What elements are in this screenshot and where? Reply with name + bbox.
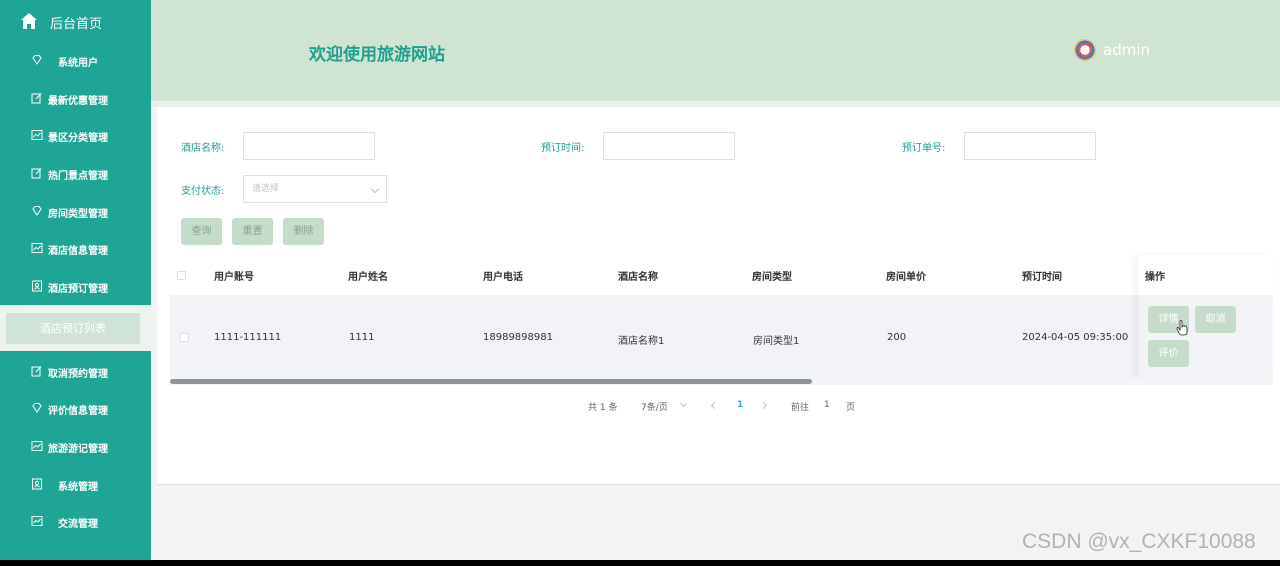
column-header: 房间单价 [886, 272, 926, 283]
booking-time-input[interactable] [603, 132, 735, 160]
content-divider [157, 484, 1280, 485]
sidebar-home-label: 后台首页 [50, 17, 103, 32]
sidebar-item-label: 评价信息管理 [48, 406, 108, 417]
goto-suffix: 页 [846, 403, 856, 413]
sidebar-item-travel-notes[interactable]: 旅游游记管理 [0, 428, 151, 465]
sidebar-item-hot-spots[interactable]: 热门景点管理 [0, 155, 151, 192]
sidebar-item-communication[interactable]: 交流管理 [0, 503, 151, 540]
edit-icon [31, 93, 42, 104]
column-header: 预订时间 [1022, 272, 1062, 283]
chart-icon [31, 130, 43, 140]
sidebar-item-reviews[interactable]: 评价信息管理 [0, 390, 151, 427]
sidebar-item-discounts[interactable]: 最新优惠管理 [0, 80, 151, 117]
sidebar-item-label: 最新优惠管理 [48, 96, 108, 107]
cell-account: 1111-111111 [214, 332, 282, 343]
cell-room-price: 200 [887, 332, 907, 343]
sidebar-item-room-types[interactable]: 房间类型管理 [0, 193, 151, 230]
action-column: 操作 详情 取消 评价 [1138, 255, 1273, 379]
sidebar-item-system-admin[interactable]: 系统管理 [0, 466, 151, 503]
page-size-select[interactable]: 7条/页 [641, 400, 668, 413]
diamond-icon [32, 206, 42, 216]
sidebar-item-system-users[interactable]: 系统用户 [0, 42, 151, 79]
goto-prefix: 前往 [791, 403, 810, 413]
user-card-icon [32, 280, 42, 292]
sidebar-item-label: 系统管理 [58, 482, 98, 493]
sidebar-item-label: 旅游游记管理 [48, 444, 108, 455]
cancel-button[interactable]: 取消 [1195, 306, 1236, 333]
column-header: 用户姓名 [348, 272, 388, 283]
sidebar-subitem-booking-list[interactable]: 酒店预订列表 [0, 305, 151, 351]
column-header: 房间类型 [752, 272, 792, 283]
horizontal-scrollbar[interactable] [170, 379, 812, 384]
chevron-down-icon [370, 184, 380, 194]
cell-room-type: 房间类型1 [753, 336, 800, 347]
hotel-name-input[interactable] [243, 132, 375, 160]
review-button[interactable]: 评价 [1148, 340, 1189, 367]
app-screen: 后台首页 系统用户 最新优惠管理 景区分类管理 热门景点管理 房间类型管理 酒店… [0, 0, 1280, 560]
chart-icon [31, 243, 43, 253]
booking-no-input[interactable] [964, 132, 1096, 160]
sidebar-item-hotel-info[interactable]: 酒店信息管理 [0, 230, 151, 267]
sidebar-item-label: 交流管理 [58, 519, 98, 530]
action-cell: 详情 取消 评价 [1138, 295, 1273, 379]
row-checkbox[interactable] [180, 333, 189, 342]
diamond-icon [32, 403, 42, 413]
reset-button[interactable]: 重置 [232, 218, 273, 245]
booking-time-label: 预订时间: [541, 143, 585, 154]
column-header: 酒店名称 [618, 272, 658, 283]
pay-status-label: 支付状态: [181, 186, 225, 197]
sidebar-item-label: 热门景点管理 [48, 171, 108, 182]
hand-cursor-icon [1176, 320, 1188, 336]
column-header: 操作 [1145, 272, 1165, 283]
column-header: 用户电话 [483, 272, 523, 283]
pay-status-placeholder: 请选择 [252, 184, 280, 194]
sidebar-item-label: 系统用户 [58, 58, 98, 69]
watermark: CSDN @vx_CXKF10088 [1022, 530, 1256, 553]
chart-icon [31, 516, 43, 526]
chart-icon [31, 441, 43, 451]
cell-booking-time: 2024-04-05 09:35:00 [1022, 332, 1129, 343]
goto-page-input[interactable]: 1 [824, 400, 830, 410]
query-button[interactable]: 查询 [181, 218, 222, 245]
page-title: 欢迎使用旅游网站 [309, 45, 445, 65]
sidebar-subitem-label: 酒店预订列表 [6, 313, 140, 344]
sidebar-item-hotel-booking[interactable]: 酒店预订管理 [0, 268, 151, 305]
edit-icon [31, 168, 42, 179]
sidebar-item-label: 酒店信息管理 [48, 246, 108, 257]
table-row[interactable]: 1111-111111 1111 18989898981 酒店名称1 房间类型1… [170, 295, 1138, 379]
sidebar-item-label: 房间类型管理 [48, 209, 108, 220]
sidebar-item-label: 景区分类管理 [48, 133, 108, 144]
sidebar: 后台首页 系统用户 最新优惠管理 景区分类管理 热门景点管理 房间类型管理 酒店… [0, 0, 151, 560]
booking-no-label: 预订单号: [902, 143, 946, 154]
user-card-icon [32, 478, 42, 490]
username[interactable]: admin [1103, 41, 1150, 59]
diamond-icon [32, 55, 42, 65]
bottom-strip [0, 560, 1280, 566]
sidebar-item-label: 酒店预订管理 [48, 284, 108, 295]
column-header: 用户账号 [214, 272, 254, 283]
delete-button[interactable]: 删除 [283, 218, 324, 245]
home-icon [21, 13, 37, 29]
edit-icon [31, 366, 42, 377]
pay-status-select[interactable]: 请选择 [243, 175, 387, 203]
sidebar-item-label: 取消预约管理 [48, 369, 108, 380]
page-number-current[interactable]: 1 [737, 400, 743, 410]
cell-name: 1111 [349, 332, 375, 343]
sidebar-item-cancel-booking[interactable]: 取消预约管理 [0, 353, 151, 390]
avatar[interactable] [1073, 38, 1097, 62]
top-header: 欢迎使用旅游网站 admin [151, 0, 1280, 101]
sidebar-home[interactable]: 后台首页 [0, 0, 151, 42]
cell-hotel-name: 酒店名称1 [618, 336, 665, 347]
pagination-total: 共 1 条 [588, 403, 618, 413]
cell-phone: 18989898981 [483, 332, 553, 343]
hotel-name-label: 酒店名称: [181, 143, 225, 154]
select-all-checkbox[interactable] [177, 271, 186, 280]
sidebar-item-scenic-categories[interactable]: 景区分类管理 [0, 117, 151, 154]
